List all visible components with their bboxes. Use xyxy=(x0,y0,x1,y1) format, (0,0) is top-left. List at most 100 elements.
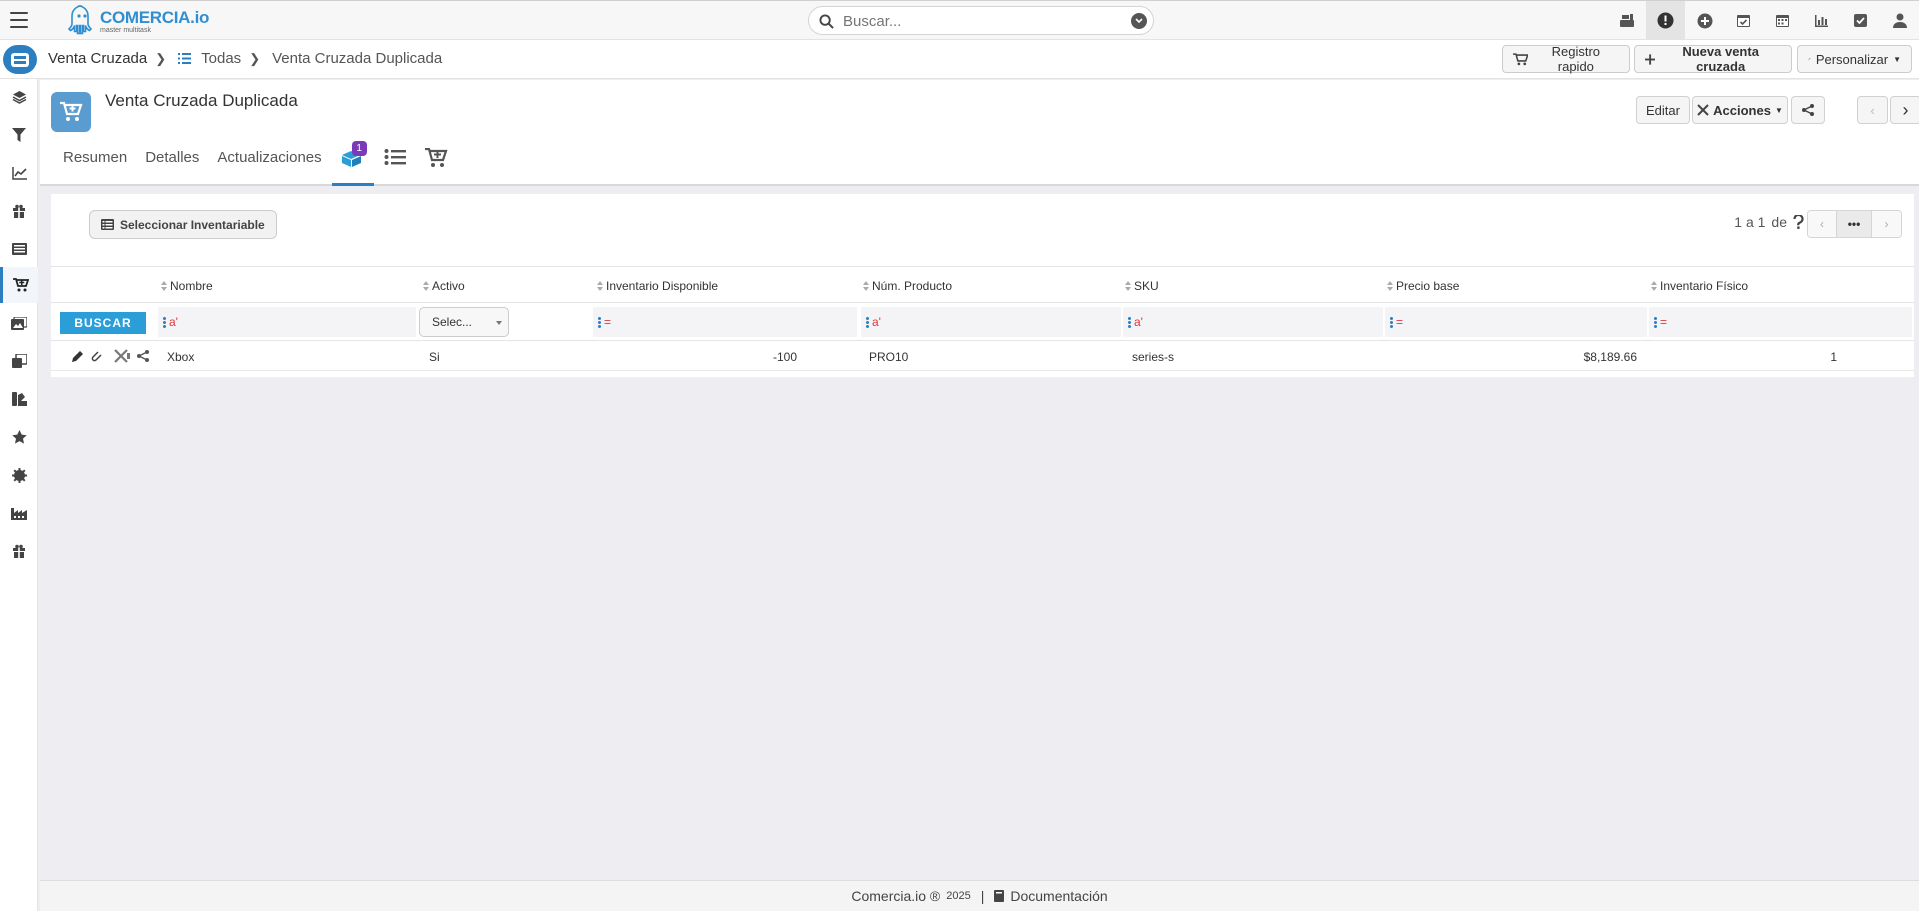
book-icon xyxy=(994,890,1005,902)
cell-nombre[interactable]: Xbox xyxy=(167,350,194,364)
unlink-icon[interactable] xyxy=(90,350,102,363)
tab-details[interactable]: Detalles xyxy=(137,146,207,186)
store-icon xyxy=(11,52,29,67)
tab-list[interactable] xyxy=(376,146,414,186)
gift-alt-icon[interactable] xyxy=(0,533,38,569)
filter-inventario-fisico[interactable]: = xyxy=(1649,307,1912,337)
column-header[interactable]: Precio base xyxy=(1387,279,1459,293)
select-inventory-button[interactable]: Seleccionar Inventariable xyxy=(89,210,277,239)
search-options-chevron-icon[interactable] xyxy=(1131,13,1147,29)
actions-button[interactable]: Acciones ▼ xyxy=(1692,96,1788,124)
quick-register-button[interactable]: Registro rapido xyxy=(1502,44,1630,74)
news-list-icon[interactable] xyxy=(0,231,38,267)
column-header[interactable]: Núm. Producto xyxy=(863,279,952,293)
swatches-icon[interactable] xyxy=(0,381,38,417)
cash-register-icon[interactable] xyxy=(1607,1,1646,40)
tools-icon[interactable] xyxy=(114,349,131,363)
record-title: Venta Cruzada Duplicada xyxy=(105,91,298,110)
page-more-button[interactable]: ••• xyxy=(1837,211,1872,237)
images-icon[interactable] xyxy=(0,305,38,341)
hamburger-menu-icon[interactable] xyxy=(10,12,28,28)
table-row: Xbox Si -100 PRO10 series-s $8,189.66 1 xyxy=(51,341,1914,371)
question-icon[interactable] xyxy=(1793,215,1804,229)
footer: Comercia.io ® 2025 | Documentación xyxy=(40,880,1919,911)
page-next-icon[interactable]: › xyxy=(1872,211,1901,237)
filter-inventario-disponible[interactable]: = xyxy=(593,307,857,337)
breadcrumb: Venta Cruzada ❯ Todas ❯ Venta Cruzada Du… xyxy=(48,50,442,67)
cart-sidebar-icon[interactable] xyxy=(0,267,38,303)
tab-cart-add[interactable] xyxy=(416,146,456,186)
share-icon[interactable] xyxy=(137,350,149,362)
share-button[interactable] xyxy=(1791,96,1825,124)
search-input[interactable] xyxy=(843,11,1113,31)
checkbox-icon[interactable] xyxy=(1841,1,1880,40)
column-header[interactable]: Inventario Físico xyxy=(1651,279,1748,293)
factory-icon[interactable] xyxy=(0,495,38,531)
sort-icon xyxy=(161,281,167,291)
cart-icon xyxy=(1513,52,1528,65)
cell-inventario-fisico: 1 xyxy=(1830,350,1837,364)
star-icon[interactable] xyxy=(0,419,38,455)
badge-gear-icon[interactable] xyxy=(0,457,38,493)
column-header[interactable]: Inventario Disponible xyxy=(597,279,718,293)
tab-inventory[interactable]: 1 xyxy=(331,141,374,186)
filter-options-icon[interactable] xyxy=(1128,316,1131,328)
tab-summary[interactable]: Resumen xyxy=(55,146,135,186)
plus-circle-icon[interactable] xyxy=(1685,1,1724,40)
next-record-button[interactable]: › xyxy=(1890,96,1919,124)
filter-num-producto[interactable]: a' xyxy=(861,307,1121,337)
filter-options-icon[interactable] xyxy=(866,316,869,328)
calendar-icon[interactable] xyxy=(1763,1,1802,40)
tab-updates[interactable]: Actualizaciones xyxy=(209,146,329,186)
bar-chart-icon[interactable] xyxy=(1802,1,1841,40)
trend-chart-icon[interactable] xyxy=(0,155,38,191)
column-header[interactable]: Activo xyxy=(423,279,465,293)
column-header[interactable]: SKU xyxy=(1125,279,1159,293)
prev-record-button[interactable]: ‹ xyxy=(1857,96,1888,124)
layers-icon[interactable] xyxy=(0,79,38,115)
home-button[interactable] xyxy=(3,45,37,74)
sort-icon xyxy=(863,281,869,291)
filter-icon[interactable] xyxy=(0,117,38,153)
filter-activo-select[interactable]: Selec... xyxy=(419,307,509,337)
table-list-icon xyxy=(101,219,114,230)
chevron-left-icon: ‹ xyxy=(1870,102,1875,118)
page-prev-icon[interactable]: ‹ xyxy=(1808,211,1837,237)
share-icon xyxy=(1802,104,1814,116)
calendar-check-icon[interactable] xyxy=(1724,1,1763,40)
filter-options-icon[interactable] xyxy=(1654,316,1657,328)
caret-down-icon: ▼ xyxy=(1774,105,1783,115)
customize-button[interactable]: Personalizar ▼ xyxy=(1797,45,1912,73)
copy-icon[interactable] xyxy=(0,343,38,379)
alert-icon[interactable] xyxy=(1646,1,1685,40)
filter-row: BUSCAR a' Selec... = a' a' = = xyxy=(51,303,1914,341)
customize-label: Personalizar xyxy=(1815,51,1889,67)
breadcrumb-module[interactable]: Venta Cruzada xyxy=(48,50,147,67)
breadcrumb-list[interactable]: Todas xyxy=(201,50,241,67)
edit-pencil-icon[interactable] xyxy=(71,350,84,363)
filter-precio-base[interactable]: = xyxy=(1385,307,1647,337)
filter-options-icon[interactable] xyxy=(1390,316,1393,328)
pagination-info: 1 a 1 de xyxy=(1734,214,1804,230)
caret-down-icon xyxy=(496,321,502,325)
filter-sku[interactable]: a' xyxy=(1123,307,1383,337)
pagination-of: de xyxy=(1771,214,1787,230)
top-bar: COMERCIA.io master multitask xyxy=(0,0,1919,40)
new-sale-button[interactable]: Nueva venta cruzada xyxy=(1634,44,1792,74)
sort-icon xyxy=(1125,281,1131,291)
filter-nombre[interactable]: a' xyxy=(158,307,416,337)
footer-brand: Comercia.io ® xyxy=(851,888,941,904)
footer-docs-link[interactable]: Documentación xyxy=(1010,888,1107,904)
plus-icon xyxy=(1645,53,1656,65)
new-sale-label: Nueva venta cruzada xyxy=(1682,44,1759,74)
search-button[interactable]: BUSCAR xyxy=(60,312,146,334)
filter-options-icon[interactable] xyxy=(163,316,166,328)
gift-icon[interactable] xyxy=(0,193,38,229)
user-icon[interactable] xyxy=(1880,1,1919,40)
filter-options-icon[interactable] xyxy=(598,316,601,328)
chevron-right-icon: › xyxy=(1902,99,1909,120)
search-icon xyxy=(819,14,834,29)
edit-button[interactable]: Editar xyxy=(1636,96,1690,124)
app-logo[interactable]: COMERCIA.io master multitask xyxy=(67,4,209,38)
column-header[interactable]: Nombre xyxy=(161,279,213,293)
